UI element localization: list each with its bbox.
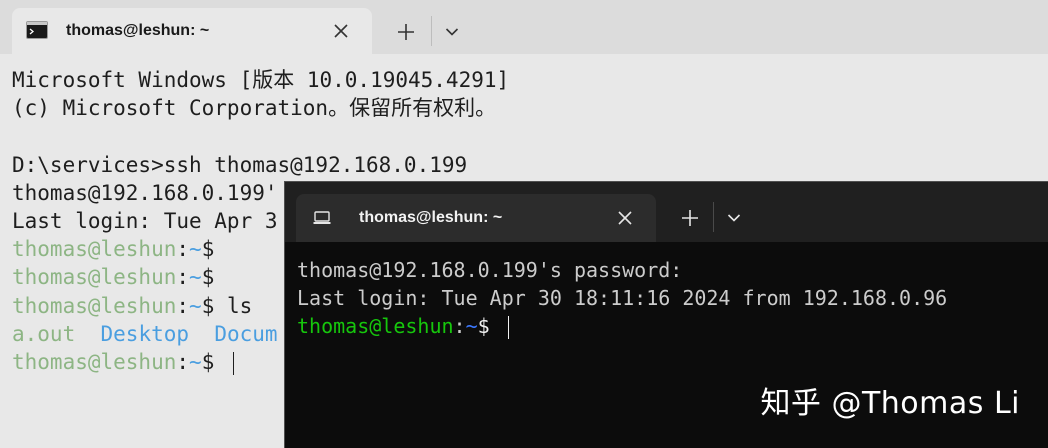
front-terminal-output[interactable]: thomas@192.168.0.199's password: Last log…: [297, 256, 947, 340]
front-title-bar: thomas@leshun: ~: [285, 182, 1048, 242]
watermark: 知乎 @Thomas Li: [760, 386, 1020, 421]
terminal-text: :: [453, 314, 466, 338]
terminal-text: (c) Microsoft Corporation。保留所有权利。: [12, 96, 497, 121]
terminal-text: thomas@leshun: [12, 237, 177, 262]
terminal-text: $: [201, 350, 227, 375]
back-title-bar: thomas@leshun: ~: [0, 0, 1048, 54]
terminal-text: thomas@leshun: [297, 314, 454, 338]
terminal-text: ~: [189, 237, 202, 262]
terminal-text: $: [201, 237, 215, 262]
terminal-line: thomas@192.168.0.199's password:: [297, 256, 947, 284]
terminal-line: Microsoft Windows [版本 10.0.19045.4291]: [12, 66, 509, 94]
terminal-text: thomas@192.168.0.199': [12, 180, 278, 205]
close-icon[interactable]: [330, 20, 352, 42]
terminal-text: $: [201, 265, 215, 290]
terminal-text: Microsoft Windows [版本 10.0.19045.4291]: [12, 68, 510, 92]
terminal-line: Last login: Tue Apr 30 18:11:16 2024 fro…: [297, 284, 947, 312]
plus-icon: [398, 24, 414, 40]
terminal-text: ~: [189, 350, 202, 375]
terminal-text: ~: [465, 314, 478, 338]
terminal-icon: [26, 20, 48, 40]
terminal-text: :: [176, 293, 190, 318]
terminal-line: D:\services>ssh thomas@192.168.0.199: [12, 151, 509, 179]
terminal-text: thomas@leshun: [12, 350, 177, 375]
text-cursor: [507, 316, 510, 339]
terminal-text: :: [176, 350, 190, 375]
terminal-icon: [312, 208, 332, 228]
back-tab-title: thomas@leshun: ~: [66, 22, 210, 39]
terminal-text: ~: [189, 265, 202, 290]
chevron-down-icon: [727, 214, 741, 222]
terminal-text: :: [176, 265, 190, 290]
terminal-text: thomas@leshun: [12, 293, 177, 318]
terminal-text: :: [176, 237, 190, 262]
terminal-text: Docum: [214, 321, 278, 346]
front-tab-title: thomas@leshun: ~: [359, 209, 503, 226]
front-tab[interactable]: thomas@leshun: ~: [296, 194, 656, 242]
terminal-text: $: [477, 314, 502, 338]
tab-divider: [431, 16, 432, 46]
dropdown-button[interactable]: [722, 206, 746, 230]
terminal-text: thomas@leshun: [12, 265, 177, 290]
back-tab[interactable]: thomas@leshun: ~: [12, 8, 372, 54]
new-tab-button[interactable]: [676, 204, 704, 232]
text-cursor: [232, 351, 235, 375]
dropdown-button[interactable]: [440, 20, 464, 44]
terminal-text: Last login: Tue Apr 30 18:11:16 2024 fro…: [297, 286, 948, 310]
terminal-text: Last login: Tue Apr 3: [12, 209, 278, 234]
terminal-text: Desktop: [100, 321, 190, 346]
tab-divider: [713, 202, 714, 232]
terminal-line: thomas@leshun:~$: [297, 312, 947, 340]
terminal-text: D:\services>ssh thomas@192.168.0.199: [12, 152, 468, 177]
close-icon[interactable]: [614, 207, 636, 229]
new-tab-button[interactable]: [392, 18, 420, 46]
terminal-text: a.out: [12, 321, 76, 346]
plus-icon: [682, 210, 698, 226]
chevron-down-icon: [445, 28, 459, 36]
terminal-text: $ ls: [201, 293, 253, 318]
terminal-text: ~: [189, 293, 202, 318]
terminal-text: thomas@192.168.0.199's password:: [297, 258, 683, 282]
terminal-line: (c) Microsoft Corporation。保留所有权利。: [12, 94, 509, 122]
terminal-line: [12, 122, 509, 150]
